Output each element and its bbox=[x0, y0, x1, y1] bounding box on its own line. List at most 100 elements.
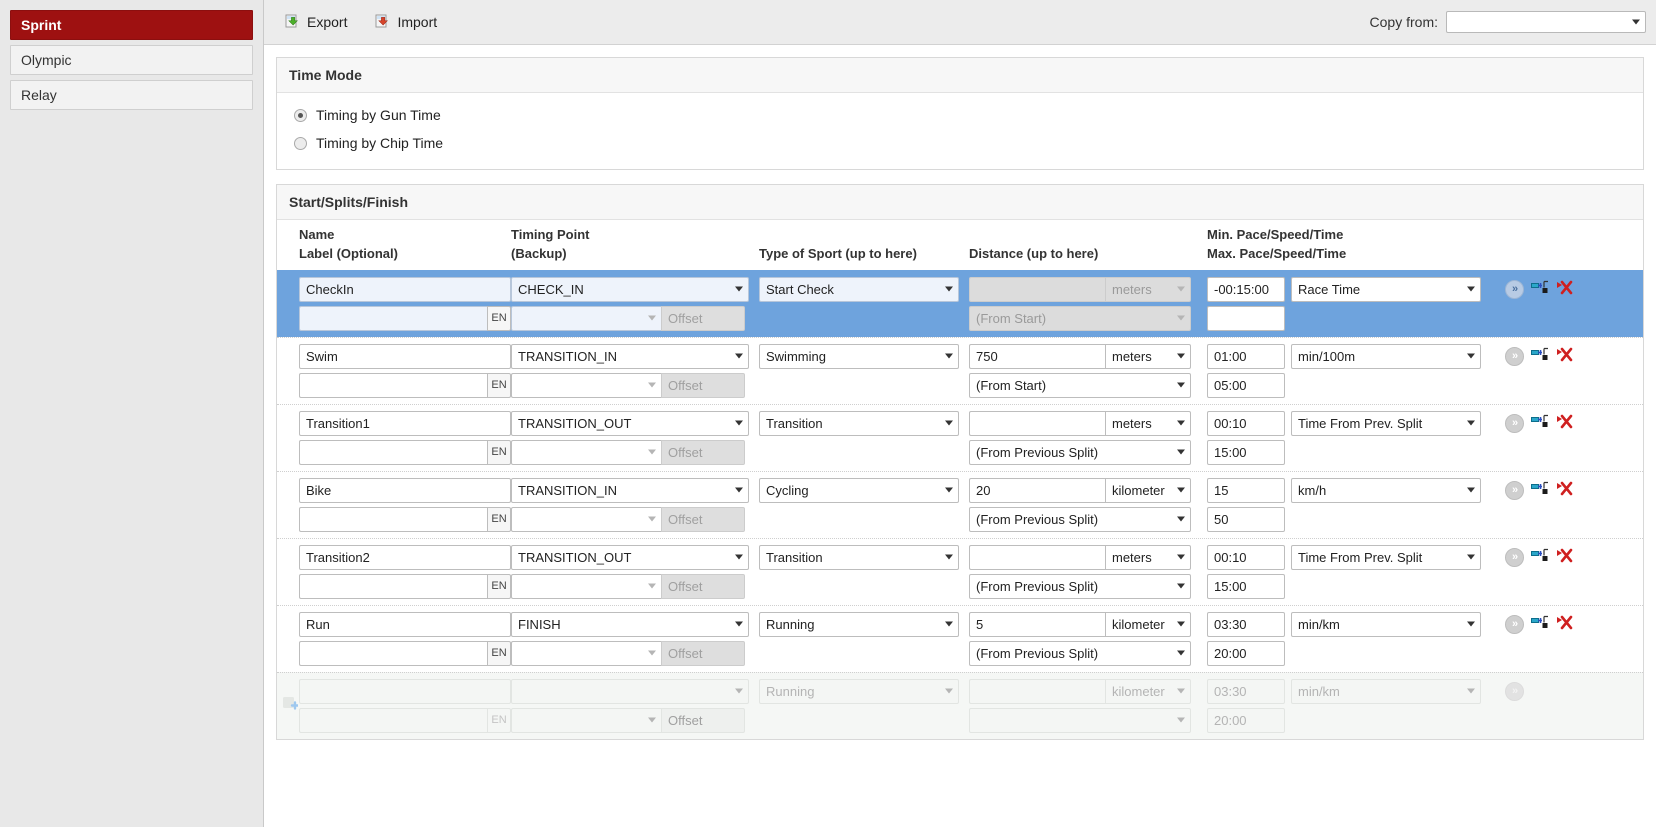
sidebar-item-olympic[interactable]: Olympic bbox=[10, 45, 253, 75]
distance-unit-select[interactable]: kilometer bbox=[1105, 477, 1191, 503]
language-en-button[interactable]: EN bbox=[487, 707, 511, 733]
backup-timing-point-select[interactable] bbox=[511, 506, 661, 532]
insert-split-icon[interactable] bbox=[1531, 347, 1549, 365]
double-chevron-right-icon[interactable]: » bbox=[1505, 681, 1524, 701]
sport-type-select[interactable]: Running bbox=[759, 611, 959, 637]
sidebar-item-relay[interactable]: Relay bbox=[10, 80, 253, 110]
insert-split-icon[interactable] bbox=[1531, 280, 1549, 298]
backup-timing-point-select[interactable] bbox=[511, 372, 661, 398]
split-label-input[interactable] bbox=[299, 305, 487, 331]
pace-unit-select[interactable]: km/h bbox=[1291, 477, 1481, 503]
delete-split-icon[interactable] bbox=[1556, 615, 1574, 633]
backup-timing-point-select[interactable] bbox=[511, 707, 661, 733]
split-name-input[interactable]: Transition1 bbox=[299, 410, 511, 436]
sport-type-select[interactable]: Start Check bbox=[759, 276, 959, 302]
timing-point-select[interactable] bbox=[511, 678, 749, 704]
offset-input[interactable]: Offset bbox=[661, 506, 745, 532]
split-label-input[interactable] bbox=[299, 573, 487, 599]
max-pace-input[interactable]: 50 bbox=[1207, 506, 1285, 532]
table-row[interactable]: Run EN FINISH Offset Running 5 kilometer (From … bbox=[277, 604, 1643, 672]
distance-reference-select[interactable]: (From Start) bbox=[969, 372, 1191, 398]
min-pace-input[interactable]: 01:00 bbox=[1207, 343, 1285, 369]
distance-reference-select[interactable]: (From Previous Split) bbox=[969, 573, 1191, 599]
import-button[interactable]: Import bbox=[366, 9, 446, 36]
offset-input[interactable]: Offset bbox=[661, 439, 745, 465]
distance-reference-select[interactable] bbox=[969, 707, 1191, 733]
delete-split-icon[interactable] bbox=[1556, 280, 1574, 298]
timing-point-select[interactable]: TRANSITION_IN bbox=[511, 477, 749, 503]
delete-split-icon[interactable] bbox=[1556, 414, 1574, 432]
split-name-input[interactable] bbox=[299, 678, 511, 704]
split-label-input[interactable] bbox=[299, 372, 487, 398]
table-row[interactable]: Bike EN TRANSITION_IN Offset Cycling 20 kilome… bbox=[277, 470, 1643, 538]
distance-input[interactable] bbox=[969, 410, 1105, 436]
distance-reference-select[interactable]: (From Previous Split) bbox=[969, 439, 1191, 465]
sport-type-select[interactable]: Transition bbox=[759, 410, 959, 436]
split-label-input[interactable] bbox=[299, 640, 487, 666]
max-pace-input[interactable]: 15:00 bbox=[1207, 439, 1285, 465]
split-name-input[interactable]: Transition2 bbox=[299, 544, 511, 570]
insert-split-icon[interactable] bbox=[1531, 414, 1549, 432]
split-name-input[interactable]: Run bbox=[299, 611, 511, 637]
timing-point-select[interactable]: CHECK_IN bbox=[511, 276, 749, 302]
split-name-input[interactable]: CheckIn bbox=[299, 276, 511, 302]
backup-timing-point-select[interactable] bbox=[511, 640, 661, 666]
distance-unit-select[interactable]: meters bbox=[1105, 276, 1191, 302]
double-chevron-right-icon[interactable]: » bbox=[1505, 547, 1524, 567]
max-pace-input[interactable]: 15:00 bbox=[1207, 573, 1285, 599]
split-label-input[interactable] bbox=[299, 506, 487, 532]
pace-unit-select[interactable]: Time From Prev. Split bbox=[1291, 544, 1481, 570]
split-label-input[interactable] bbox=[299, 707, 487, 733]
delete-split-icon[interactable] bbox=[1556, 548, 1574, 566]
max-pace-input[interactable]: 20:00 bbox=[1207, 640, 1285, 666]
backup-timing-point-select[interactable] bbox=[511, 573, 661, 599]
language-en-button[interactable]: EN bbox=[487, 506, 511, 532]
delete-split-icon[interactable] bbox=[1556, 347, 1574, 365]
double-chevron-right-icon[interactable]: » bbox=[1505, 614, 1524, 634]
split-label-input[interactable] bbox=[299, 439, 487, 465]
timing-point-select[interactable]: TRANSITION_IN bbox=[511, 343, 749, 369]
double-chevron-right-icon[interactable]: » bbox=[1505, 279, 1524, 299]
distance-reference-select[interactable]: (From Start) bbox=[969, 305, 1191, 331]
distance-input[interactable] bbox=[969, 276, 1105, 302]
distance-input[interactable]: 5 bbox=[969, 611, 1105, 637]
distance-input[interactable] bbox=[969, 544, 1105, 570]
language-en-button[interactable]: EN bbox=[487, 573, 511, 599]
min-pace-input[interactable]: 00:10 bbox=[1207, 410, 1285, 436]
distance-input[interactable]: 750 bbox=[969, 343, 1105, 369]
offset-input[interactable]: Offset bbox=[661, 372, 745, 398]
split-name-input[interactable]: Swim bbox=[299, 343, 511, 369]
max-pace-input[interactable]: 20:00 bbox=[1207, 707, 1285, 733]
table-row[interactable]: Transition1 EN TRANSITION_OUT Offset Transit… bbox=[277, 403, 1643, 471]
timing-point-select[interactable]: TRANSITION_OUT bbox=[511, 544, 749, 570]
offset-input[interactable]: Offset bbox=[661, 707, 745, 733]
offset-input[interactable]: Offset bbox=[661, 573, 745, 599]
distance-input[interactable] bbox=[969, 678, 1105, 704]
delete-split-icon[interactable] bbox=[1556, 481, 1574, 499]
double-chevron-right-icon[interactable]: » bbox=[1505, 480, 1524, 500]
distance-unit-select[interactable]: meters bbox=[1105, 343, 1191, 369]
insert-split-icon[interactable] bbox=[1531, 481, 1549, 499]
distance-reference-select[interactable]: (From Previous Split) bbox=[969, 506, 1191, 532]
radio-chip-time[interactable]: Timing by Chip Time bbox=[289, 129, 1631, 157]
copy-from-select[interactable] bbox=[1446, 11, 1646, 33]
offset-input[interactable]: Offset bbox=[661, 305, 745, 331]
language-en-button[interactable]: EN bbox=[487, 372, 511, 398]
min-pace-input[interactable]: 15 bbox=[1207, 477, 1285, 503]
radio-chip-time-icon[interactable] bbox=[294, 136, 307, 150]
table-row[interactable]: Swim EN TRANSITION_IN Offset Swimming 750 mete… bbox=[277, 336, 1643, 404]
sport-type-select[interactable]: Running bbox=[759, 678, 959, 704]
backup-timing-point-select[interactable] bbox=[511, 439, 661, 465]
min-pace-input[interactable]: -00:15:00 bbox=[1207, 276, 1285, 302]
distance-input[interactable]: 20 bbox=[969, 477, 1105, 503]
timing-point-select[interactable]: FINISH bbox=[511, 611, 749, 637]
sport-type-select[interactable]: Transition bbox=[759, 544, 959, 570]
insert-split-icon[interactable] bbox=[1531, 615, 1549, 633]
pace-unit-select[interactable]: Time From Prev. Split bbox=[1291, 410, 1481, 436]
pace-unit-select[interactable]: min/km bbox=[1291, 678, 1481, 704]
add-split-icon[interactable] bbox=[283, 696, 300, 712]
split-name-input[interactable]: Bike bbox=[299, 477, 511, 503]
insert-split-icon[interactable] bbox=[1531, 548, 1549, 566]
distance-unit-select[interactable]: meters bbox=[1105, 410, 1191, 436]
max-pace-input[interactable]: 05:00 bbox=[1207, 372, 1285, 398]
